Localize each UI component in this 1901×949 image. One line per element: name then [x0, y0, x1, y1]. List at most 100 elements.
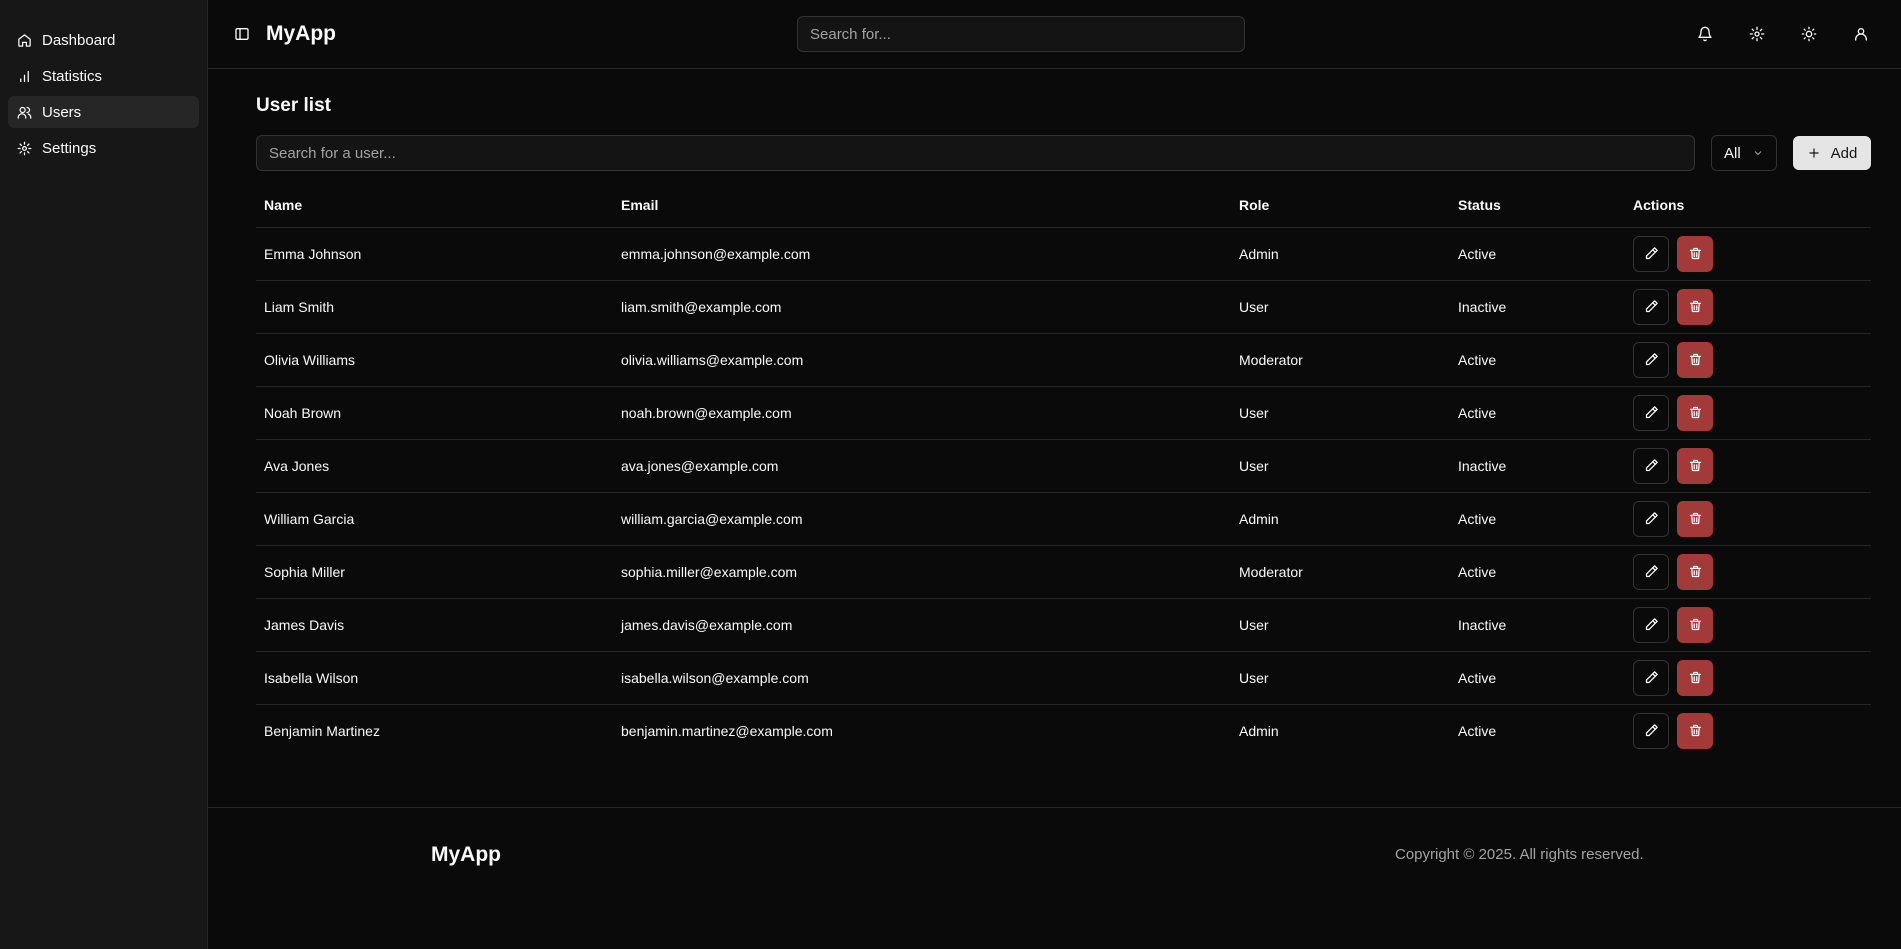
- global-search-input[interactable]: [797, 16, 1245, 52]
- edit-button[interactable]: [1633, 500, 1669, 537]
- row-actions: [1633, 659, 1863, 696]
- footer-brand: MyApp: [431, 843, 501, 866]
- cell-role: Admin: [1231, 492, 1450, 546]
- app-title: MyApp: [266, 22, 336, 45]
- table-row: William Garcia william.garcia@example.co…: [256, 492, 1871, 546]
- table-body: Emma Johnson emma.johnson@example.com Ad…: [256, 227, 1871, 757]
- edit-button[interactable]: [1633, 553, 1669, 590]
- add-button-label: Add: [1830, 144, 1858, 162]
- edit-button[interactable]: [1633, 659, 1669, 696]
- column-header-name[interactable]: Name: [256, 183, 613, 228]
- column-header-status[interactable]: Status: [1450, 183, 1625, 228]
- cell-name: Liam Smith: [256, 280, 613, 334]
- delete-button[interactable]: [1677, 553, 1713, 590]
- edit-button[interactable]: [1633, 712, 1669, 749]
- trash-icon: [1689, 512, 1701, 525]
- delete-button[interactable]: [1677, 288, 1713, 325]
- cell-name: William Garcia: [256, 492, 613, 546]
- home-icon: [16, 32, 32, 48]
- edit-button[interactable]: [1633, 606, 1669, 643]
- cell-actions: [1625, 704, 1871, 757]
- pencil-icon: [1645, 724, 1658, 737]
- delete-button[interactable]: [1677, 500, 1713, 537]
- delete-button[interactable]: [1677, 394, 1713, 431]
- trash-icon: [1689, 353, 1701, 366]
- column-header-email[interactable]: Email: [613, 183, 1231, 228]
- chart-icon: [16, 68, 32, 84]
- cell-name: Benjamin Martinez: [264, 722, 380, 739]
- column-header-actions: Actions: [1625, 183, 1871, 228]
- page-title: User list: [256, 95, 331, 116]
- cell-email: emma.johnson@example.com: [613, 227, 1231, 281]
- sidebar-item-label: Settings: [42, 139, 97, 157]
- edit-button[interactable]: [1633, 341, 1669, 378]
- cell-name: Isabella Wilson: [256, 651, 613, 705]
- cell-email: ava.jones@example.com: [613, 439, 1231, 493]
- delete-button[interactable]: [1677, 447, 1713, 484]
- delete-button[interactable]: [1677, 606, 1713, 643]
- edit-button[interactable]: [1633, 447, 1669, 484]
- cell-email: james.davis@example.com: [613, 598, 1231, 652]
- trash-icon: [1689, 247, 1701, 260]
- user-list-section: User list All Add Name Email Role: [208, 69, 1901, 807]
- row-actions: [1633, 500, 1863, 537]
- pencil-icon: [1645, 618, 1658, 631]
- delete-button[interactable]: [1677, 235, 1713, 272]
- cell-status: Active: [1450, 227, 1625, 281]
- pencil-icon: [1645, 459, 1658, 472]
- cell-status: Inactive: [1450, 598, 1625, 652]
- trash-icon: [1689, 618, 1701, 631]
- cell-name: Emma Johnson: [256, 227, 613, 281]
- sidebar-item-dashboard[interactable]: Dashboard: [8, 24, 199, 56]
- cell-name: Sophia Miller: [256, 545, 613, 599]
- sidebar-item-settings[interactable]: Settings: [8, 132, 199, 164]
- trash-icon: [1689, 300, 1701, 313]
- column-header-role[interactable]: Role: [1231, 183, 1450, 228]
- plus-icon: [1808, 148, 1819, 158]
- cell-role: Moderator: [1231, 545, 1450, 599]
- table-row: Isabella Wilson isabella.wilson@example.…: [256, 651, 1871, 705]
- pencil-icon: [1645, 353, 1658, 366]
- edit-button[interactable]: [1633, 288, 1669, 325]
- cell-status: Active: [1450, 333, 1625, 387]
- role-filter-select[interactable]: All: [1711, 135, 1777, 171]
- cell-status: Inactive: [1450, 439, 1625, 493]
- table-row: James Davis james.davis@example.com User…: [256, 598, 1871, 652]
- sidebar-item-label: Statistics: [42, 67, 103, 85]
- header: MyApp: [208, 0, 1901, 69]
- user-search-input[interactable]: [256, 135, 1695, 171]
- cell-actions: [1625, 439, 1871, 493]
- row-actions: [1633, 394, 1863, 431]
- sidebar-toggle-icon[interactable]: [232, 24, 252, 44]
- table-row: Noah Brown noah.brown@example.com User A…: [256, 386, 1871, 440]
- delete-button[interactable]: [1677, 659, 1713, 696]
- row-actions: [1633, 341, 1863, 378]
- row-actions: [1633, 235, 1863, 272]
- cell-name: James Davis: [256, 598, 613, 652]
- delete-button[interactable]: [1677, 341, 1713, 378]
- user-icon[interactable]: [1845, 18, 1877, 50]
- cell-email: noah.brown@example.com: [613, 386, 1231, 440]
- edit-button[interactable]: [1633, 235, 1669, 272]
- cell-email: olivia.williams@example.com: [613, 333, 1231, 387]
- pencil-icon: [1645, 300, 1658, 313]
- table-row: Ava Jones ava.jones@example.com User Ina…: [256, 439, 1871, 493]
- pencil-icon: [1645, 565, 1658, 578]
- cell-actions: [1625, 227, 1871, 281]
- cell-role: User: [1231, 386, 1450, 440]
- trash-icon: [1689, 725, 1701, 737]
- pencil-icon: [1645, 247, 1658, 260]
- bell-icon[interactable]: [1689, 18, 1721, 50]
- edit-button[interactable]: [1633, 394, 1669, 431]
- row-actions: [1633, 288, 1863, 325]
- sidebar-item-statistics[interactable]: Statistics: [8, 60, 199, 92]
- sun-icon[interactable]: [1793, 18, 1825, 50]
- cell-name: Noah Brown: [256, 386, 613, 440]
- pencil-icon: [1645, 406, 1658, 419]
- cell-email: benjamin.martinez@example.com: [621, 722, 833, 739]
- sidebar-item-users[interactable]: Users: [8, 96, 199, 128]
- settings-gear-icon[interactable]: [1741, 18, 1773, 50]
- delete-button[interactable]: [1677, 712, 1713, 749]
- trash-icon: [1689, 406, 1701, 419]
- add-user-button[interactable]: Add: [1793, 136, 1871, 170]
